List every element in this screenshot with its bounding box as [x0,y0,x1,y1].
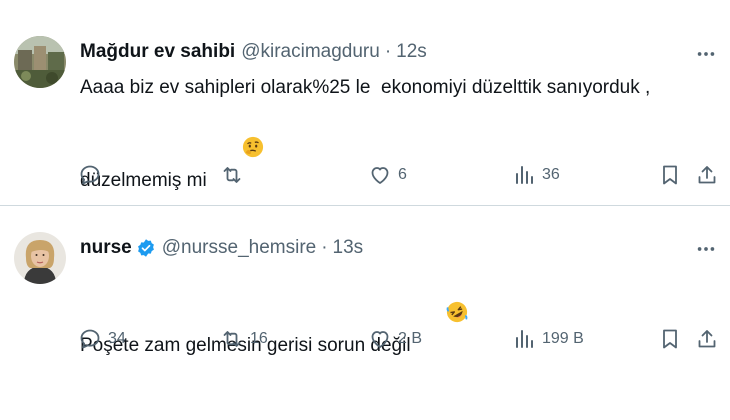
view-count: 36 [542,166,560,183]
heart-icon [371,167,389,184]
like-count: 6 [398,166,407,183]
separator-dot: · [384,41,392,62]
timestamp[interactable]: 12s [396,41,427,63]
heart-icon [371,331,389,348]
tweet-2[interactable]: nurse @nursse_hemsire · 13s Poşete zam g… [0,207,730,420]
separator-dot: · [321,237,328,258]
reply-icon [80,165,100,185]
share-icon [698,166,716,184]
retweet-button[interactable] [220,160,250,190]
retweet-icon [223,331,241,347]
tweet-header: nurse @nursse_hemsire · 13s [80,236,363,260]
bookmark-icon [663,329,677,349]
like-button[interactable]: 6 [368,160,407,190]
like-count: 2 B [398,330,423,347]
views-button[interactable]: 36 [512,160,560,190]
user-handle[interactable]: @nursse_hemsire [162,237,316,259]
bookmark-button[interactable] [658,160,682,190]
verified-badge-icon [136,238,156,258]
share-icon [698,330,716,348]
views-button[interactable]: 199 B [512,324,584,354]
reply-count: 34 [108,330,126,347]
bar-chart-icon [516,166,533,184]
user-handle[interactable]: @kiracimagduru [241,41,380,63]
reply-button[interactable]: 34 [78,324,126,354]
reply-icon [80,329,100,349]
more-options-icon[interactable] [694,42,718,66]
retweet-icon [223,167,241,183]
bookmark-icon [663,165,677,185]
more-options-icon[interactable] [694,237,718,261]
bookmark-button[interactable] [658,324,682,354]
retweet-count: 16 [250,330,268,347]
retweet-button[interactable]: 16 [220,324,268,354]
timestamp[interactable]: 13s [333,237,364,259]
reply-button[interactable] [78,160,108,190]
avatar[interactable] [14,36,66,88]
display-name[interactable]: nurse [80,237,132,259]
tweet-1[interactable]: Mağdur ev sahibi @kiracimagduru · 12s Aa… [0,0,730,206]
view-count: 199 B [542,330,584,347]
display-name[interactable]: Mağdur ev sahibi [80,41,235,63]
like-button[interactable]: 2 B [368,324,422,354]
tweet-header: Mağdur ev sahibi @kiracimagduru · 12s [80,40,427,64]
share-button[interactable] [695,324,719,354]
avatar[interactable] [14,232,66,284]
share-button[interactable] [695,160,719,190]
tweet-actions: 34 16 2 B 199 B [78,324,718,354]
tweet-actions: 6 36 [78,160,718,190]
bar-chart-icon [516,330,533,348]
